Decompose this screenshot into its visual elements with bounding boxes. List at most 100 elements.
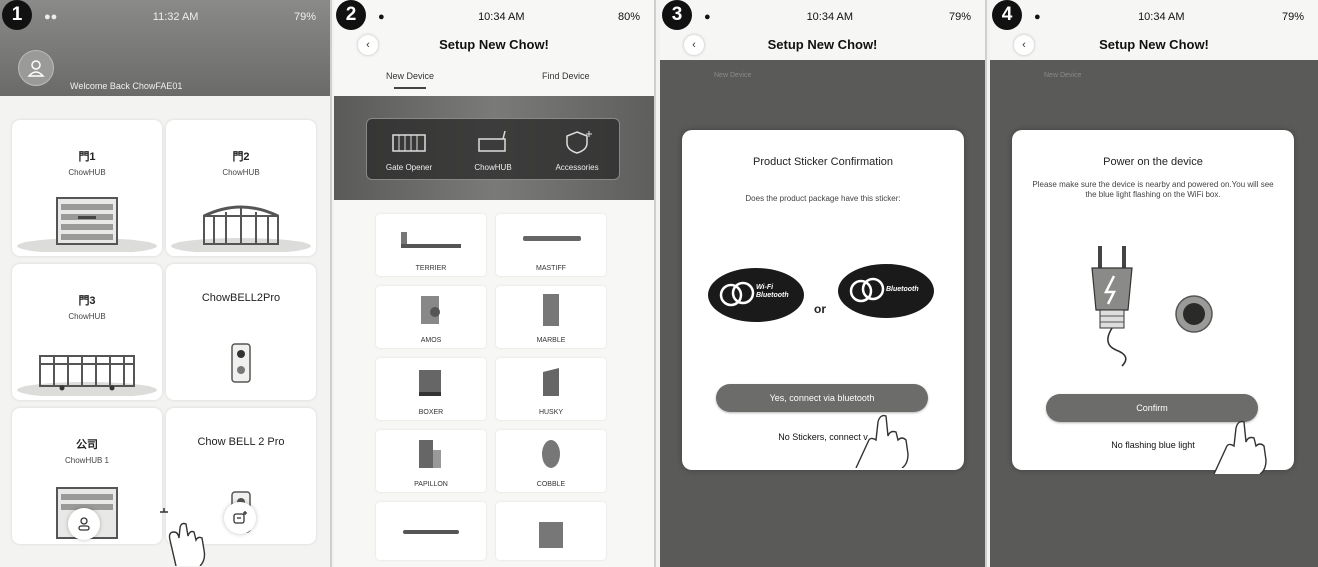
husky-device-icon: [543, 368, 559, 396]
gate-icon: [171, 205, 311, 252]
product-terrier[interactable]: TERRIER: [376, 214, 486, 276]
tap-hand-icon: [855, 414, 909, 468]
no-sticker-link[interactable]: No Stickers, connect v: [682, 432, 964, 442]
tap-hand-icon: [1213, 420, 1267, 474]
tab-new-device[interactable]: New Device: [386, 71, 434, 81]
terrier-device-icon: [401, 232, 461, 248]
infinity-logo-icon: [719, 281, 755, 307]
product-label: PAPILLON: [414, 481, 448, 488]
tab-new-device: New Device: [1044, 72, 1082, 79]
product-label: BOXER: [418, 409, 444, 416]
device-card[interactable]: 門3 ChowHUB: [12, 264, 162, 400]
device-type: ChowHUB: [68, 312, 106, 321]
product-husky[interactable]: HUSKY: [496, 358, 606, 420]
device-type: ChowHUB 1: [64, 456, 109, 465]
add-device-icon: [233, 511, 247, 524]
category-gate-opener[interactable]: Gate Opener: [367, 119, 451, 179]
wifi-icon: ●: [378, 11, 385, 23]
add-device-button[interactable]: [224, 502, 256, 534]
status-time: 10:34 AM: [1138, 11, 1185, 23]
bar-device-icon: [403, 530, 459, 534]
cobble-device-icon: [542, 440, 560, 468]
product-label: TERRIER: [415, 265, 447, 272]
gate-opener-icon: [392, 134, 426, 152]
product-tile[interactable]: [496, 502, 606, 560]
step-badge-4: 4: [992, 0, 1022, 30]
screen-3-sticker-confirm: 3 ● 10:34 AM 79% ‹ Setup New Chow! New D…: [660, 0, 987, 567]
doorbell-icon: [231, 343, 251, 383]
power-plug-icon: [1091, 246, 1133, 367]
category-chowhub[interactable]: ChowHUB: [451, 119, 535, 179]
user-avatar[interactable]: [18, 50, 54, 86]
page-title: Setup New Chow!: [439, 37, 549, 52]
screen-2-setup: 2 ● 10:34 AM 80% ‹ Setup New Chow! New D…: [334, 0, 656, 567]
hub-icon: [478, 130, 506, 152]
category-label: Accessories: [555, 163, 599, 172]
modal-title: Power on the device: [1103, 156, 1203, 168]
status-battery: 79%: [293, 11, 316, 23]
sticker-text: Wi-Fi Bluetooth: [756, 284, 789, 299]
device-name: 門1: [78, 151, 96, 163]
step-badge-3: 3: [662, 0, 692, 30]
screen-4-power-on: 4 ● 10:34 AM 79% ‹ Setup New Chow! New D…: [990, 0, 1318, 567]
welcome-text: Welcome Back ChowFAE01: [70, 81, 183, 91]
product-amos[interactable]: AMOS: [376, 286, 486, 348]
tap-hand-icon: [160, 508, 206, 566]
device-name: 門3: [78, 295, 96, 307]
category-label: Gate Opener: [385, 163, 433, 172]
device-name: 門2: [232, 151, 250, 163]
device-type: ChowHUB: [68, 168, 106, 177]
tab-indicator: [394, 87, 426, 89]
status-battery: 79%: [948, 11, 971, 23]
status-battery: 80%: [617, 11, 640, 23]
status-bar: ● 10:34 AM 79%: [990, 0, 1318, 34]
category-accessories[interactable]: Accessories: [535, 119, 619, 179]
product-tile[interactable]: [376, 502, 486, 560]
step-badge-2: 2: [336, 0, 366, 30]
user-icon: [27, 60, 45, 77]
boxer-device-icon: [419, 370, 441, 396]
profile-button[interactable]: [68, 508, 100, 540]
status-battery: 79%: [1281, 11, 1304, 23]
product-label: HUSKY: [538, 409, 564, 416]
category-label: ChowHUB: [474, 163, 512, 172]
garage-door-icon: [17, 197, 157, 252]
page-title: Setup New Chow!: [767, 37, 878, 52]
product-cobble[interactable]: COBBLE: [496, 430, 606, 492]
device-card[interactable]: 門2 ChowHUB: [166, 120, 316, 256]
user-icon: [78, 517, 90, 531]
tab-new-device: New Device: [714, 72, 752, 79]
step-badge-1: 1: [2, 0, 32, 30]
product-label: MASTIFF: [536, 265, 566, 272]
marble-device-icon: [543, 294, 559, 326]
product-label: MARBLE: [536, 337, 566, 344]
box-device-icon: [539, 522, 563, 548]
product-label: COBBLE: [536, 481, 566, 488]
device-card[interactable]: 門1 ChowHUB: [12, 120, 162, 256]
papillon-device-icon: [419, 440, 441, 468]
wifi-icon: ●●: [44, 11, 58, 23]
product-papillon[interactable]: PAPILLON: [376, 430, 486, 492]
blue-light-indicator-icon: [1175, 295, 1213, 333]
product-marble[interactable]: MARBLE: [496, 286, 606, 348]
device-name: 公司: [76, 439, 98, 451]
product-mastiff[interactable]: MASTIFF: [496, 214, 606, 276]
status-bar: ● 10:34 AM 80%: [334, 0, 654, 34]
status-time: 11:32 AM: [152, 11, 199, 23]
modal-description: Does the product package have this stick…: [745, 194, 901, 203]
device-card[interactable]: ChowBELL2Pro: [166, 264, 316, 400]
mastiff-device-icon: [523, 236, 581, 241]
amos-device-icon: [421, 296, 440, 324]
product-boxer[interactable]: BOXER: [376, 358, 486, 420]
status-bar: ●● 11:32 AM 79%: [0, 0, 330, 34]
shield-plus-icon: [566, 131, 592, 154]
modal-description: Please make sure the device is nearby an…: [1032, 180, 1274, 199]
wifi-bluetooth-sticker: Wi-Fi Bluetooth: [708, 268, 804, 322]
device-name: Chow BELL 2 Pro: [197, 436, 285, 448]
status-bar: ● 10:34 AM 79%: [660, 0, 985, 34]
modal-title: Product Sticker Confirmation: [753, 156, 893, 168]
device-type: ChowHUB: [222, 168, 260, 177]
tab-find-device[interactable]: Find Device: [542, 71, 590, 81]
infinity-logo-icon: [849, 277, 885, 303]
wifi-icon: ●: [1034, 11, 1041, 23]
